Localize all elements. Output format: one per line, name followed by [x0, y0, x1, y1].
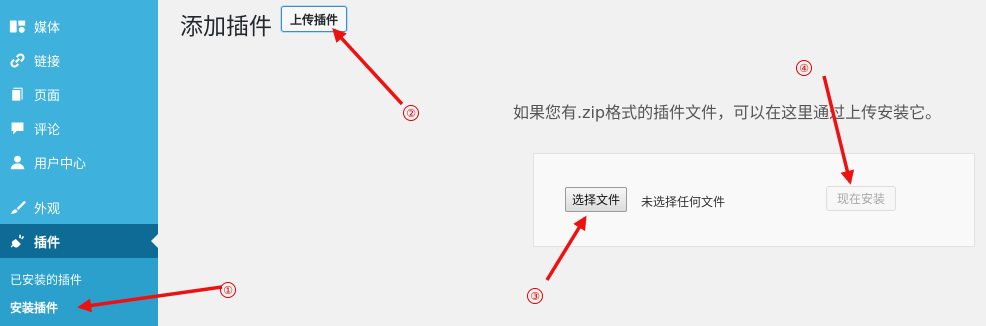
annotation-arrows	[77, 27, 855, 313]
annotation-label-1: ①	[220, 282, 236, 298]
annotation-label-3: ③	[527, 288, 543, 304]
annotation-label-4: ④	[796, 60, 812, 76]
annotation-arrow-3	[545, 215, 587, 281]
annotation-arrow-2	[332, 27, 404, 106]
annotation-arrow-4	[822, 75, 855, 185]
annotation-arrow-1	[77, 285, 223, 313]
annotation-label-2: ②	[403, 105, 419, 121]
